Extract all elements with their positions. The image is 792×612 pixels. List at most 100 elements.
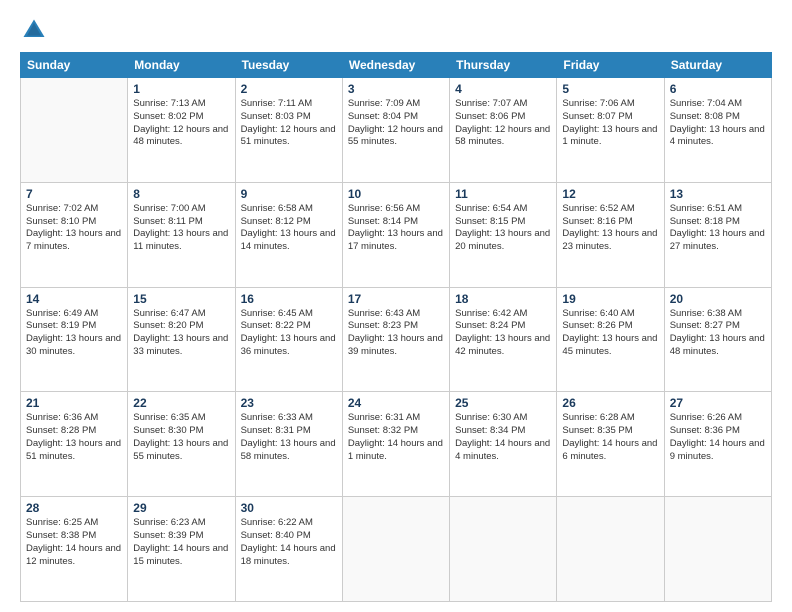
day-info: Sunrise: 7:13 AMSunset: 8:02 PMDaylight:… xyxy=(133,98,229,149)
day-number: 6 xyxy=(670,82,766,96)
day-info: Sunrise: 6:30 AMSunset: 8:34 PMDaylight:… xyxy=(455,412,551,463)
logo-icon xyxy=(20,16,48,44)
day-info: Sunrise: 6:47 AMSunset: 8:20 PMDaylight:… xyxy=(133,308,229,359)
calendar-week-row: 1 Sunrise: 7:13 AMSunset: 8:02 PMDaylight… xyxy=(21,78,772,183)
day-info: Sunrise: 6:58 AMSunset: 8:12 PMDaylight:… xyxy=(241,203,337,254)
day-number: 15 xyxy=(133,292,229,306)
calendar-cell: 4Sunrise: 7:07 AMSunset: 8:06 PMDaylight… xyxy=(450,78,557,183)
day-number: 19 xyxy=(562,292,658,306)
calendar-cell: 30Sunrise: 6:22 AMSunset: 8:40 PMDayligh… xyxy=(235,497,342,602)
calendar-cell: 2 Sunrise: 7:11 AMSunset: 8:03 PMDaylight… xyxy=(235,78,342,183)
calendar-cell xyxy=(342,497,449,602)
calendar-cell: 25Sunrise: 6:30 AMSunset: 8:34 PMDayligh… xyxy=(450,392,557,497)
calendar-cell: 11 Sunrise: 6:54 AMSunset: 8:15 PMDayligh… xyxy=(450,182,557,287)
calendar-cell: 3 Sunrise: 7:09 AMSunset: 8:04 PMDaylight… xyxy=(342,78,449,183)
calendar-cell: 12 Sunrise: 6:52 AMSunset: 8:16 PMDayligh… xyxy=(557,182,664,287)
day-info: Sunrise: 6:49 AMSunset: 8:19 PMDaylight:… xyxy=(26,308,122,359)
logo xyxy=(20,16,52,44)
weekday-header-saturday: Saturday xyxy=(664,53,771,78)
day-info: Sunrise: 7:00 AMSunset: 8:11 PMDaylight:… xyxy=(133,203,229,254)
calendar-cell: 15 Sunrise: 6:47 AMSunset: 8:20 PMDayligh… xyxy=(128,287,235,392)
calendar-cell: 17Sunrise: 6:43 AMSunset: 8:23 PMDayligh… xyxy=(342,287,449,392)
day-info: Sunrise: 6:36 AMSunset: 8:28 PMDaylight:… xyxy=(26,412,122,463)
calendar-cell: 21 Sunrise: 6:36 AMSunset: 8:28 PMDayligh… xyxy=(21,392,128,497)
calendar-cell xyxy=(21,78,128,183)
calendar-week-row: 28 Sunrise: 6:25 AMSunset: 8:38 PMDayligh… xyxy=(21,497,772,602)
calendar-cell: 9 Sunrise: 6:58 AMSunset: 8:12 PMDaylight… xyxy=(235,182,342,287)
day-number: 7 xyxy=(26,187,122,201)
weekday-header-tuesday: Tuesday xyxy=(235,53,342,78)
day-number: 1 xyxy=(133,82,229,96)
calendar-cell: 10 Sunrise: 6:56 AMSunset: 8:14 PMDayligh… xyxy=(342,182,449,287)
day-info: Sunrise: 6:33 AMSunset: 8:31 PMDaylight:… xyxy=(241,412,337,463)
day-number: 2 xyxy=(241,82,337,96)
day-info: Sunrise: 6:25 AMSunset: 8:38 PMDaylight:… xyxy=(26,517,122,568)
day-number: 13 xyxy=(670,187,766,201)
weekday-header-thursday: Thursday xyxy=(450,53,557,78)
day-number: 29 xyxy=(133,501,229,515)
calendar-cell: 24 Sunrise: 6:31 AMSunset: 8:32 PMDayligh… xyxy=(342,392,449,497)
day-info: Sunrise: 6:40 AMSunset: 8:26 PMDaylight:… xyxy=(562,308,658,359)
day-info: Sunrise: 6:38 AMSunset: 8:27 PMDaylight:… xyxy=(670,308,766,359)
day-number: 9 xyxy=(241,187,337,201)
day-info: Sunrise: 7:04 AMSunset: 8:08 PMDaylight:… xyxy=(670,98,766,149)
weekday-header-row: SundayMondayTuesdayWednesdayThursdayFrid… xyxy=(21,53,772,78)
day-number: 11 xyxy=(455,187,551,201)
day-info: Sunrise: 6:28 AMSunset: 8:35 PMDaylight:… xyxy=(562,412,658,463)
day-number: 4 xyxy=(455,82,551,96)
day-number: 21 xyxy=(26,396,122,410)
day-info: Sunrise: 7:06 AMSunset: 8:07 PMDaylight:… xyxy=(562,98,658,149)
header xyxy=(20,16,772,44)
calendar-cell: 5 Sunrise: 7:06 AMSunset: 8:07 PMDaylight… xyxy=(557,78,664,183)
day-info: Sunrise: 7:02 AMSunset: 8:10 PMDaylight:… xyxy=(26,203,122,254)
day-info: Sunrise: 7:11 AMSunset: 8:03 PMDaylight:… xyxy=(241,98,337,149)
calendar-cell: 19 Sunrise: 6:40 AMSunset: 8:26 PMDayligh… xyxy=(557,287,664,392)
calendar-cell: 23 Sunrise: 6:33 AMSunset: 8:31 PMDayligh… xyxy=(235,392,342,497)
calendar-cell: 28 Sunrise: 6:25 AMSunset: 8:38 PMDayligh… xyxy=(21,497,128,602)
day-info: Sunrise: 6:52 AMSunset: 8:16 PMDaylight:… xyxy=(562,203,658,254)
day-number: 5 xyxy=(562,82,658,96)
calendar-cell: 8 Sunrise: 7:00 AMSunset: 8:11 PMDaylight… xyxy=(128,182,235,287)
day-number: 14 xyxy=(26,292,122,306)
weekday-header-sunday: Sunday xyxy=(21,53,128,78)
day-info: Sunrise: 6:51 AMSunset: 8:18 PMDaylight:… xyxy=(670,203,766,254)
calendar-cell: 26 Sunrise: 6:28 AMSunset: 8:35 PMDayligh… xyxy=(557,392,664,497)
day-number: 3 xyxy=(348,82,444,96)
weekday-header-friday: Friday xyxy=(557,53,664,78)
day-number: 23 xyxy=(241,396,337,410)
weekday-header-wednesday: Wednesday xyxy=(342,53,449,78)
calendar-cell: 6 Sunrise: 7:04 AMSunset: 8:08 PMDaylight… xyxy=(664,78,771,183)
day-number: 30 xyxy=(241,501,337,515)
calendar-cell: 18 Sunrise: 6:42 AMSunset: 8:24 PMDayligh… xyxy=(450,287,557,392)
day-info: Sunrise: 6:56 AMSunset: 8:14 PMDaylight:… xyxy=(348,203,444,254)
day-number: 18 xyxy=(455,292,551,306)
day-info: Sunrise: 7:09 AMSunset: 8:04 PMDaylight:… xyxy=(348,98,444,149)
calendar-cell: 7 Sunrise: 7:02 AMSunset: 8:10 PMDaylight… xyxy=(21,182,128,287)
page: SundayMondayTuesdayWednesdayThursdayFrid… xyxy=(0,0,792,612)
day-info: Sunrise: 6:31 AMSunset: 8:32 PMDaylight:… xyxy=(348,412,444,463)
day-info: Sunrise: 6:35 AMSunset: 8:30 PMDaylight:… xyxy=(133,412,229,463)
day-number: 12 xyxy=(562,187,658,201)
calendar-table: SundayMondayTuesdayWednesdayThursdayFrid… xyxy=(20,52,772,602)
calendar-cell: 13 Sunrise: 6:51 AMSunset: 8:18 PMDayligh… xyxy=(664,182,771,287)
day-info: Sunrise: 6:43 AMSunset: 8:23 PMDaylight:… xyxy=(348,308,444,359)
calendar-cell: 27 Sunrise: 6:26 AMSunset: 8:36 PMDayligh… xyxy=(664,392,771,497)
calendar-cell xyxy=(450,497,557,602)
day-number: 27 xyxy=(670,396,766,410)
calendar-cell xyxy=(664,497,771,602)
calendar-week-row: 14 Sunrise: 6:49 AMSunset: 8:19 PMDayligh… xyxy=(21,287,772,392)
day-info: Sunrise: 6:54 AMSunset: 8:15 PMDaylight:… xyxy=(455,203,551,254)
day-info: Sunrise: 6:45 AMSunset: 8:22 PMDaylight:… xyxy=(241,308,337,359)
day-number: 10 xyxy=(348,187,444,201)
calendar-cell: 29Sunrise: 6:23 AMSunset: 8:39 PMDayligh… xyxy=(128,497,235,602)
day-info: Sunrise: 6:26 AMSunset: 8:36 PMDaylight:… xyxy=(670,412,766,463)
day-number: 24 xyxy=(348,396,444,410)
day-number: 26 xyxy=(562,396,658,410)
day-info: Sunrise: 6:42 AMSunset: 8:24 PMDaylight:… xyxy=(455,308,551,359)
day-number: 22 xyxy=(133,396,229,410)
calendar-cell: 20Sunrise: 6:38 AMSunset: 8:27 PMDayligh… xyxy=(664,287,771,392)
day-number: 28 xyxy=(26,501,122,515)
day-number: 8 xyxy=(133,187,229,201)
day-number: 16 xyxy=(241,292,337,306)
calendar-cell: 16 Sunrise: 6:45 AMSunset: 8:22 PMDayligh… xyxy=(235,287,342,392)
